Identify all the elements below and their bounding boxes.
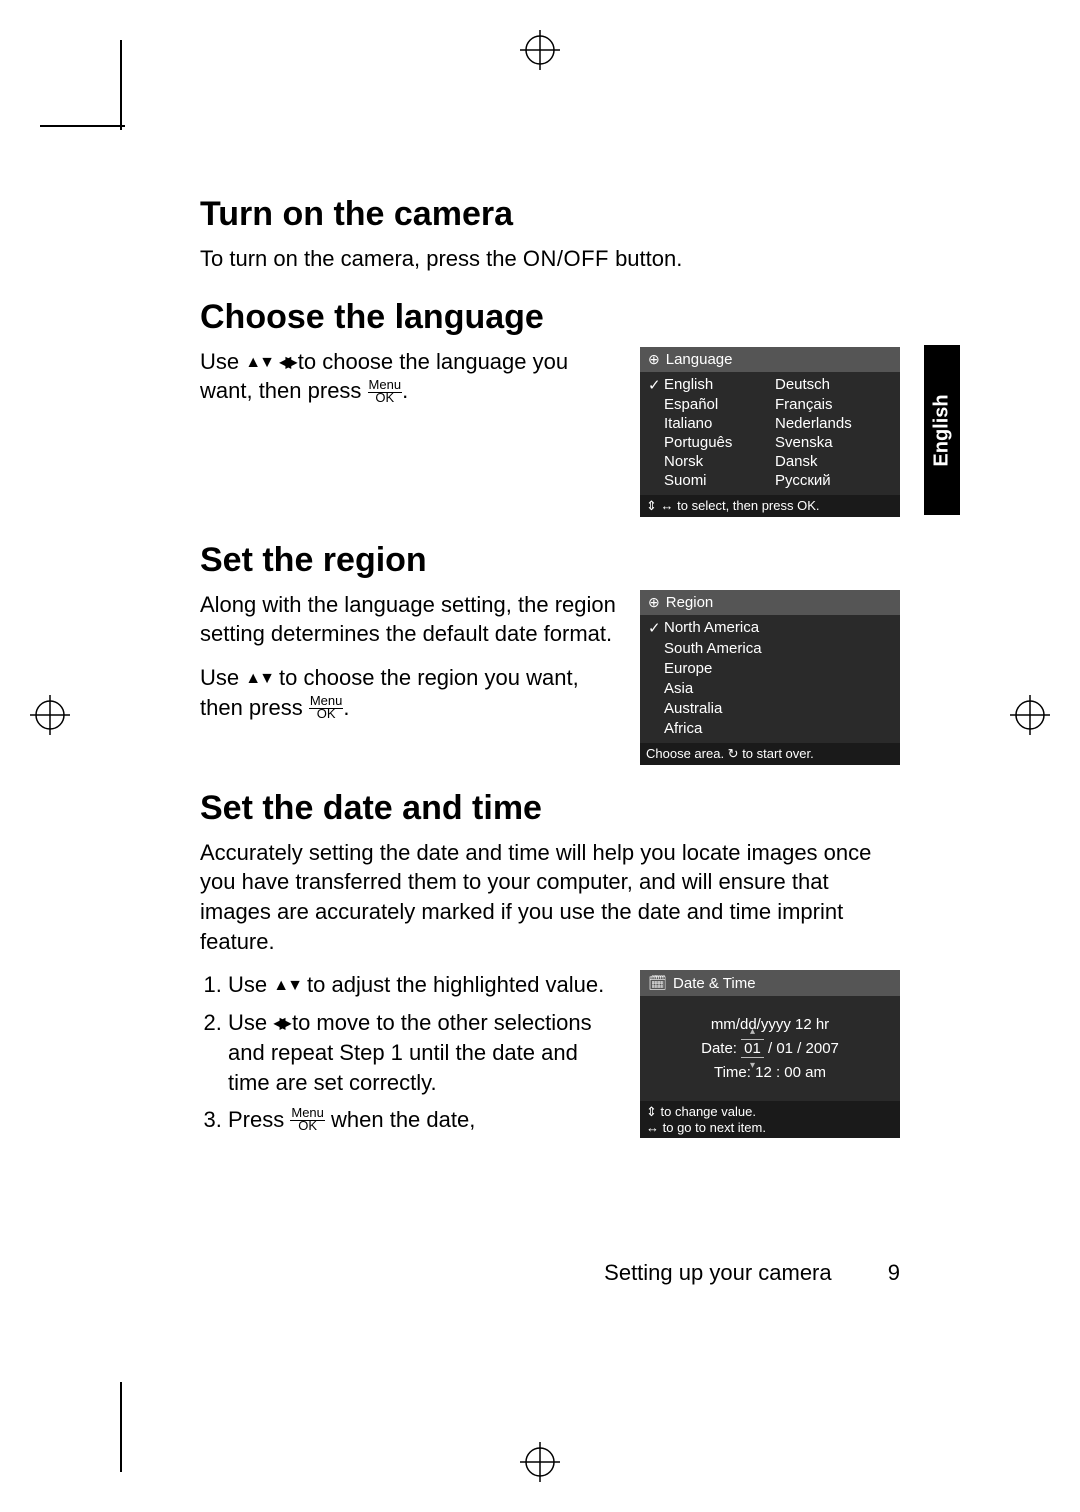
check-icon: ✓ <box>648 376 660 394</box>
crop-mark <box>120 1382 122 1472</box>
leftright-icon: ↔ <box>646 1120 659 1135</box>
registration-mark-left <box>30 695 70 735</box>
up-down-arrows-icon: ▲▼ <box>245 352 273 374</box>
date-row: Date: 01 / 01 / 2007 <box>640 1039 900 1058</box>
datetime-intro: Accurately setting the date and time wil… <box>200 838 900 957</box>
lcd-datetime-title: Date & Time <box>673 975 756 992</box>
menu-ok-icon: MenuOK <box>309 694 344 720</box>
language-tab: English <box>924 345 960 515</box>
crop-mark <box>120 40 122 130</box>
globe-icon: ⊕ <box>648 351 660 368</box>
heading-datetime: Set the date and time <box>200 789 900 828</box>
section-turn-on: Turn on the camera To turn on the camera… <box>200 195 900 274</box>
lcd-datetime: 🗓 Date & Time mm/dd/yyyy 12 hr Date: 01 … <box>640 970 900 1138</box>
up-down-arrows-icon: ▲▼ <box>245 668 273 690</box>
lcd-language: ⊕ Language ✓English Deutsch Español Fran… <box>640 347 900 517</box>
section-datetime: Set the date and time Accurately setting… <box>200 789 900 1143</box>
page-footer: Setting up your camera 9 <box>200 1260 900 1286</box>
section-language: Choose the language Use ▲▼ ◀▶ to choose … <box>200 298 900 517</box>
menu-ok-icon: MenuOK <box>368 378 403 404</box>
region-para2: Use ▲▼ to choose the region you want, th… <box>200 663 620 722</box>
up-down-arrows-icon: ▲▼ <box>273 975 301 997</box>
globe-icon: ⊕ <box>648 594 660 611</box>
back-arrow-icon: ↻ <box>728 746 739 761</box>
lcd-region-title: Region <box>666 594 714 611</box>
step-3: Press MenuOK when the date, <box>228 1105 620 1135</box>
date-format: mm/dd/yyyy 12 hr <box>640 1016 900 1033</box>
footer-text: Setting up your camera <box>604 1260 831 1285</box>
page-number: 9 <box>888 1260 900 1286</box>
step-1: Use ▲▼ to adjust the highlighted value. <box>228 970 620 1000</box>
heading-turn-on: Turn on the camera <box>200 195 900 234</box>
registration-mark-right <box>1010 695 1050 735</box>
registration-mark-top <box>520 30 560 70</box>
crop-mark <box>40 125 125 127</box>
lcd-region: ⊕ Region ✓North America South America Eu… <box>640 590 900 765</box>
menu-ok-icon: MenuOK <box>290 1106 325 1132</box>
turn-on-body: To turn on the camera, press the ON/OFF … <box>200 244 900 274</box>
step-2: Use ◀▶ to move to the other selections a… <box>228 1008 620 1097</box>
registration-mark-bottom <box>520 1442 560 1482</box>
updown-icon: ⇕ <box>646 1104 657 1119</box>
check-icon: ✓ <box>648 619 660 637</box>
updown-icon: ⇕ <box>646 498 657 513</box>
section-region: Set the region Along with the language s… <box>200 541 900 765</box>
left-right-arrows-icon: ◀▶ <box>273 1013 286 1035</box>
left-right-arrows-icon: ◀▶ <box>279 352 292 374</box>
time-row: Time: 12 : 00 am <box>640 1064 900 1081</box>
datetime-steps: Use ▲▼ to adjust the highlighted value. … <box>200 970 620 1134</box>
region-para1: Along with the language setting, the reg… <box>200 590 620 649</box>
onoff-label: ON/OFF <box>523 246 609 271</box>
highlighted-value: 01 <box>741 1039 764 1058</box>
heading-region: Set the region <box>200 541 900 580</box>
language-body: Use ▲▼ ◀▶ to choose the language you wan… <box>200 347 620 406</box>
heading-language: Choose the language <box>200 298 900 337</box>
calendar-icon: 🗓 <box>648 974 667 992</box>
lcd-language-title: Language <box>666 351 733 368</box>
language-tab-label: English <box>931 394 954 466</box>
leftright-icon: ↔ <box>661 498 674 513</box>
